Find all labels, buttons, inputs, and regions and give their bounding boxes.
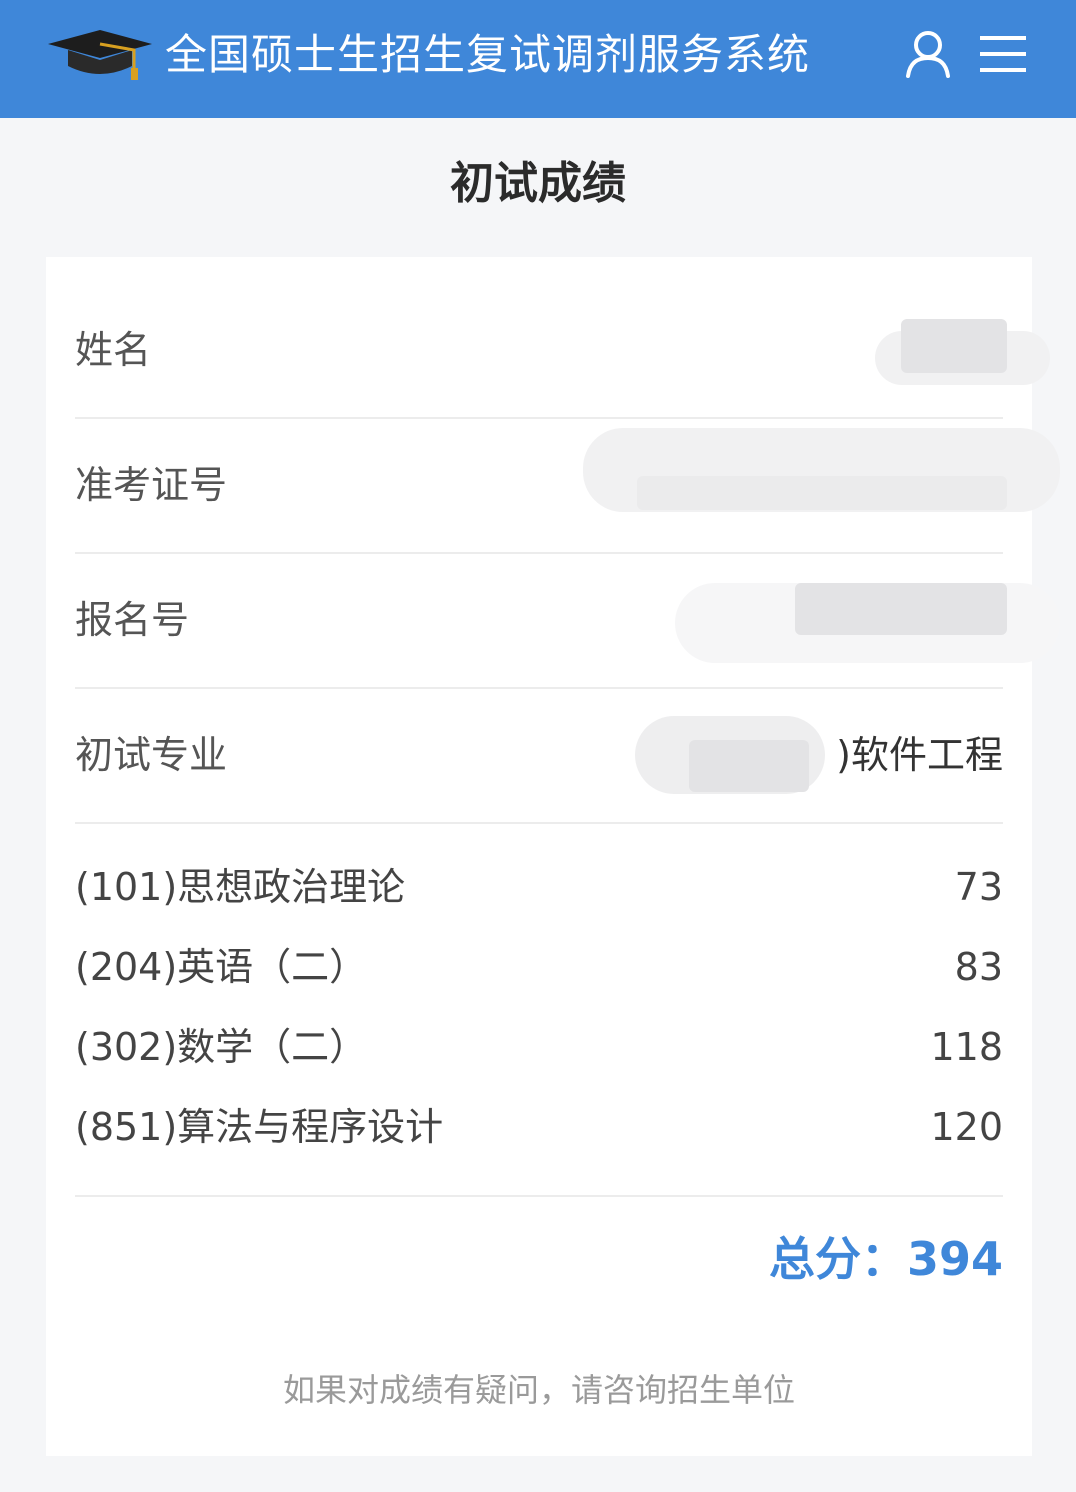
name-row: 姓名 bbox=[75, 283, 1050, 419]
score-row: (204)英语（二） 83 bbox=[75, 927, 1003, 1007]
score-card: 姓名 准考证号 报名号 初试专业 )软件工程 (101)思想政治理论 73 (2… bbox=[46, 257, 1060, 1456]
hamburger-menu-icon[interactable] bbox=[978, 32, 1028, 76]
app-title: 全国硕士生招生复试调剂服务系统 bbox=[165, 30, 811, 79]
score-row: (851)算法与程序设计 120 bbox=[75, 1087, 1003, 1167]
subject-score: 83 bbox=[954, 945, 1003, 989]
subject-score: 118 bbox=[930, 1025, 1003, 1069]
exam-id-label: 准考证号 bbox=[75, 463, 228, 507]
divider bbox=[75, 1195, 1003, 1197]
subject-name: (101)思想政治理论 bbox=[75, 865, 406, 909]
name-label: 姓名 bbox=[75, 328, 152, 372]
user-icon[interactable] bbox=[904, 30, 952, 80]
major-value: )软件工程 bbox=[836, 733, 1003, 777]
exam-id-row: 准考证号 bbox=[75, 418, 1060, 554]
redacted-name bbox=[901, 319, 1007, 373]
major-row: 初试专业 )软件工程 bbox=[75, 688, 1003, 824]
score-row: (101)思想政治理论 73 bbox=[75, 847, 1003, 927]
subject-name: (302)数学（二） bbox=[75, 1025, 368, 1069]
total-label: 总分： bbox=[768, 1232, 907, 1286]
app-header: 全国硕士生招生复试调剂服务系统 bbox=[0, 0, 1076, 118]
subject-score: 73 bbox=[954, 865, 1003, 909]
graduation-cap-icon bbox=[46, 26, 154, 82]
redacted-major-code bbox=[689, 740, 809, 792]
total-value: 394 bbox=[906, 1232, 1003, 1286]
subject-name: (204)英语（二） bbox=[75, 945, 368, 989]
redacted-exam-id bbox=[637, 476, 1007, 510]
major-label: 初试专业 bbox=[75, 733, 228, 777]
score-list: (101)思想政治理论 73 (204)英语（二） 83 (302)数学（二） … bbox=[75, 847, 1003, 1167]
registration-row: 报名号 bbox=[75, 553, 1060, 689]
subject-score: 120 bbox=[930, 1105, 1003, 1149]
subject-name: (851)算法与程序设计 bbox=[75, 1105, 444, 1149]
registration-label: 报名号 bbox=[75, 598, 190, 642]
page-title: 初试成绩 bbox=[450, 158, 626, 209]
total-score: 总分：394 bbox=[769, 1227, 1003, 1291]
footer-note: 如果对成绩有疑问，请咨询招生单位 bbox=[282, 1371, 795, 1409]
redacted-registration bbox=[795, 583, 1007, 635]
score-row: (302)数学（二） 118 bbox=[75, 1007, 1003, 1087]
